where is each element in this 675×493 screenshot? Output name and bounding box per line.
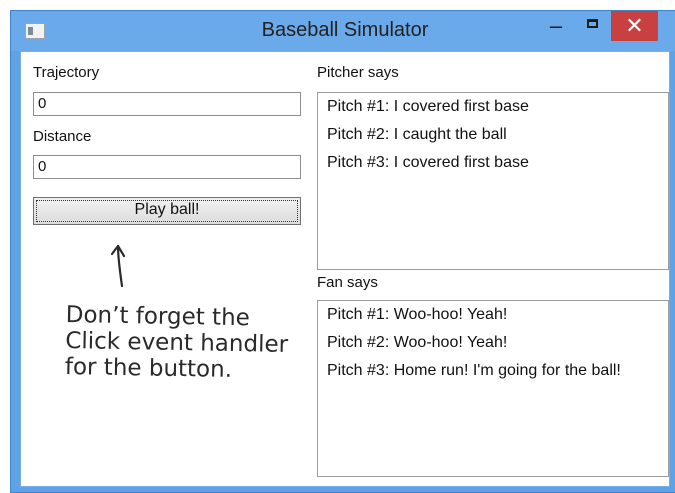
pitcher-says-label: Pitcher says [317,64,399,81]
app-window: Baseball Simulator – ✕ Trajectory 0 Dist… [10,10,675,493]
trajectory-input[interactable]: 0 [33,92,301,116]
pitcher-list[interactable]: Pitch #1: I covered first base Pitch #2:… [317,92,669,270]
list-item[interactable]: Pitch #3: Home run! I'm going for the ba… [318,357,668,385]
distance-input[interactable]: 0 [33,155,301,179]
fan-says-label: Fan says [317,274,378,291]
minimize-icon: – [549,13,563,38]
close-icon: ✕ [625,13,644,38]
distance-label: Distance [33,128,92,145]
list-item[interactable]: Pitch #2: Woo-hoo! Yeah! [318,329,668,357]
minimize-button[interactable]: – [539,11,573,41]
title-bar[interactable]: Baseball Simulator – ✕ [11,11,675,51]
maximize-icon [587,19,598,28]
fan-list[interactable]: Pitch #1: Woo-hoo! Yeah! Pitch #2: Woo-h… [317,300,669,477]
list-item[interactable]: Pitch #3: I covered first base [318,149,668,177]
close-button[interactable]: ✕ [611,11,658,41]
trajectory-label: Trajectory [33,64,100,81]
annotation-line: for the button. [64,353,233,383]
maximize-button[interactable] [576,11,610,41]
list-item[interactable]: Pitch #2: I caught the ball [318,121,668,149]
window-content: Trajectory 0 Distance 0 Play ball! Pitch… [20,51,670,487]
handwritten-annotation: Don’t forget the Click event handler for… [65,302,326,385]
arrow-up-icon [110,244,126,288]
list-item[interactable]: Pitch #1: I covered first base [318,93,668,121]
play-ball-button[interactable]: Play ball! [33,197,301,225]
list-item[interactable]: Pitch #1: Woo-hoo! Yeah! [318,301,668,329]
